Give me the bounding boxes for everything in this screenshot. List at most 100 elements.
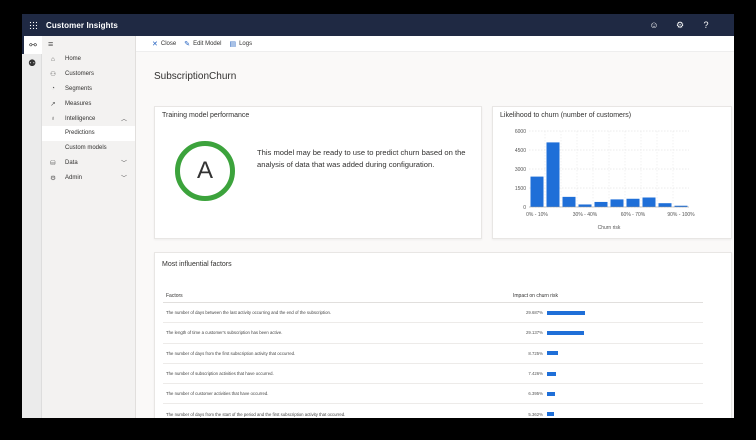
- y-tick-label: 1500: [515, 186, 526, 192]
- impact-bar: [547, 310, 585, 315]
- sidebar-item-home[interactable]: ⌂ Home: [42, 52, 135, 67]
- logs-button[interactable]: ▤ Logs: [229, 40, 252, 48]
- left-rail: ⚯ ⚉: [22, 36, 42, 418]
- factor-name: The number of days between the last acti…: [166, 310, 332, 316]
- sidebar-item-intelligence[interactable]: ♁ Intelligence ︿: [42, 111, 135, 126]
- lightbulb-icon: ♁: [50, 115, 56, 123]
- impact-percent: 29.137%: [526, 330, 543, 336]
- edit-model-button[interactable]: ✎ Edit Model: [184, 40, 221, 48]
- impact-percent: 6.395%: [528, 391, 543, 397]
- influential-factors-card: Most influential factors Factors Impact …: [154, 252, 732, 418]
- chevron-up-icon: ︿: [120, 117, 127, 124]
- impact-cell: 29.137%: [513, 330, 703, 335]
- x-tick-label: 30% - 40%: [573, 212, 598, 218]
- gear-icon[interactable]: ⚙: [674, 20, 686, 31]
- chart-bar: [594, 201, 608, 207]
- chart-bar: [626, 198, 640, 207]
- app-launcher-icon[interactable]: [22, 14, 44, 36]
- top-bar: Customer Insights ☺ ⚙ ?: [22, 14, 734, 36]
- chart-bar: [546, 142, 560, 207]
- chart-bar: [658, 203, 672, 207]
- x-tick-label: 0% - 10%: [526, 212, 548, 218]
- main-content: ✕ Close ✎ Edit Model ▤ Logs SubscriptionChu…: [136, 36, 734, 418]
- hamburger-icon[interactable]: ≡: [42, 36, 135, 52]
- chart-bar: [562, 196, 576, 207]
- people-icon[interactable]: ⚉: [22, 54, 42, 72]
- device-frame: Customer Insights ☺ ⚙ ? ⚯ ⚉ ≡ ⌂ Home ⚇ Cus…: [0, 0, 756, 440]
- chart-bar: [642, 197, 656, 207]
- impact-percent: 8.725%: [528, 350, 543, 356]
- measures-icon: ↗: [50, 100, 56, 108]
- close-button[interactable]: ✕ Close: [152, 40, 176, 48]
- impact-bar: [547, 391, 556, 396]
- y-tick-label: 3000: [515, 167, 526, 173]
- x-axis-label: Churn risk: [598, 225, 621, 231]
- customers-icon: ⚇: [50, 71, 56, 79]
- factor-name: The number of days from the first subscr…: [166, 350, 296, 356]
- impact-cell: 6.395%: [513, 391, 703, 396]
- impact-bar: [547, 351, 559, 356]
- factor-name: The number of customer activities that h…: [166, 391, 269, 397]
- table-row: The number of days between the last acti…: [163, 303, 703, 324]
- sidebar-item-custom-models[interactable]: Custom models: [42, 141, 135, 156]
- table-row: The number of days from the start of the…: [163, 404, 703, 418]
- factor-column-header: Factors: [166, 292, 183, 299]
- close-icon: ✕: [152, 40, 158, 48]
- x-tick-label: 90% - 100%: [667, 212, 695, 218]
- sidebar-item-customers[interactable]: ⚇ Customers: [42, 67, 135, 82]
- admin-icon: ⚙: [50, 174, 56, 182]
- help-icon[interactable]: ?: [700, 20, 712, 30]
- x-tick-label: 60% - 70%: [621, 212, 646, 218]
- training-performance-card: Training model performance A This model …: [154, 106, 482, 239]
- factors-card-title: Most influential factors: [162, 261, 232, 268]
- impact-bar: [547, 371, 557, 376]
- sidebar-item-predictions[interactable]: Predictions: [42, 125, 135, 141]
- sidebar: ≡ ⌂ Home ⚇ Customers ◔ Segments ↗ Measures ♁…: [42, 36, 136, 418]
- smiley-icon[interactable]: ☺: [648, 20, 660, 30]
- impact-cell: 29.687%: [513, 310, 703, 315]
- factor-name: The number of days from the start of the…: [166, 411, 346, 417]
- chart-bar: [530, 176, 544, 207]
- factor-name: The number of subscription activities th…: [166, 371, 274, 377]
- impact-bar: [547, 412, 554, 417]
- sidebar-item-admin[interactable]: ⚙ Admin ﹀: [42, 170, 135, 185]
- grade-badge: A: [175, 141, 235, 201]
- impact-percent: 5.362%: [528, 411, 543, 417]
- sidebar-item-segments[interactable]: ◔ Segments: [42, 82, 135, 97]
- impact-percent: 29.687%: [526, 310, 543, 316]
- network-icon[interactable]: ⚯: [22, 36, 42, 54]
- impact-cell: 5.362%: [513, 412, 703, 417]
- likelihood-card-title: Likelihood to churn (number of customers…: [500, 112, 632, 119]
- table-header: Factors Impact on churn risk: [163, 289, 703, 303]
- training-card-title: Training model performance: [162, 112, 250, 119]
- churn-histogram: 0 1500 3000 4500 6000 0% - 10% 30% - 40% 60% - …: [515, 129, 695, 231]
- y-tick-label: 0: [523, 205, 526, 211]
- performance-description: This model may be ready to use to predic…: [257, 148, 466, 169]
- impact-cell: 8.725%: [513, 351, 703, 356]
- table-row: The number of customer activities that h…: [163, 384, 703, 405]
- table-row: The length of time a customer's subscrip…: [163, 323, 703, 344]
- segments-icon: ◔: [51, 85, 55, 93]
- chart-bar: [578, 204, 592, 207]
- app-title: Customer Insights: [46, 20, 118, 30]
- factors-table: Factors Impact on churn risk The number …: [163, 289, 703, 418]
- table-row: The number of days from the first subscr…: [163, 344, 703, 364]
- pencil-icon: ✎: [184, 40, 191, 48]
- chevron-down-icon: ﹀: [120, 161, 127, 168]
- chart-bar: [610, 199, 624, 207]
- factor-name: The length of time a customer's subscrip…: [166, 330, 283, 336]
- impact-cell: 7.426%: [513, 371, 703, 376]
- y-tick-label: 6000: [515, 129, 526, 135]
- y-tick-label: 4500: [515, 148, 526, 154]
- impact-column-header: Impact on churn risk: [513, 292, 559, 299]
- chevron-down-icon: ﹀: [120, 176, 127, 183]
- sidebar-item-measures[interactable]: ↗ Measures: [42, 96, 135, 111]
- impact-bar: [547, 330, 584, 335]
- app-screen: Customer Insights ☺ ⚙ ? ⚯ ⚉ ≡ ⌂ Home ⚇ Cus…: [22, 14, 734, 418]
- home-icon: ⌂: [51, 55, 55, 63]
- command-bar: ✕ Close ✎ Edit Model ▤ Logs: [136, 36, 734, 52]
- sidebar-item-data[interactable]: ⛁ Data ﹀: [42, 156, 135, 171]
- impact-percent: 7.426%: [528, 371, 543, 377]
- data-icon: ⛁: [50, 159, 56, 167]
- likelihood-chart-card: Likelihood to churn (number of customers…: [492, 106, 732, 239]
